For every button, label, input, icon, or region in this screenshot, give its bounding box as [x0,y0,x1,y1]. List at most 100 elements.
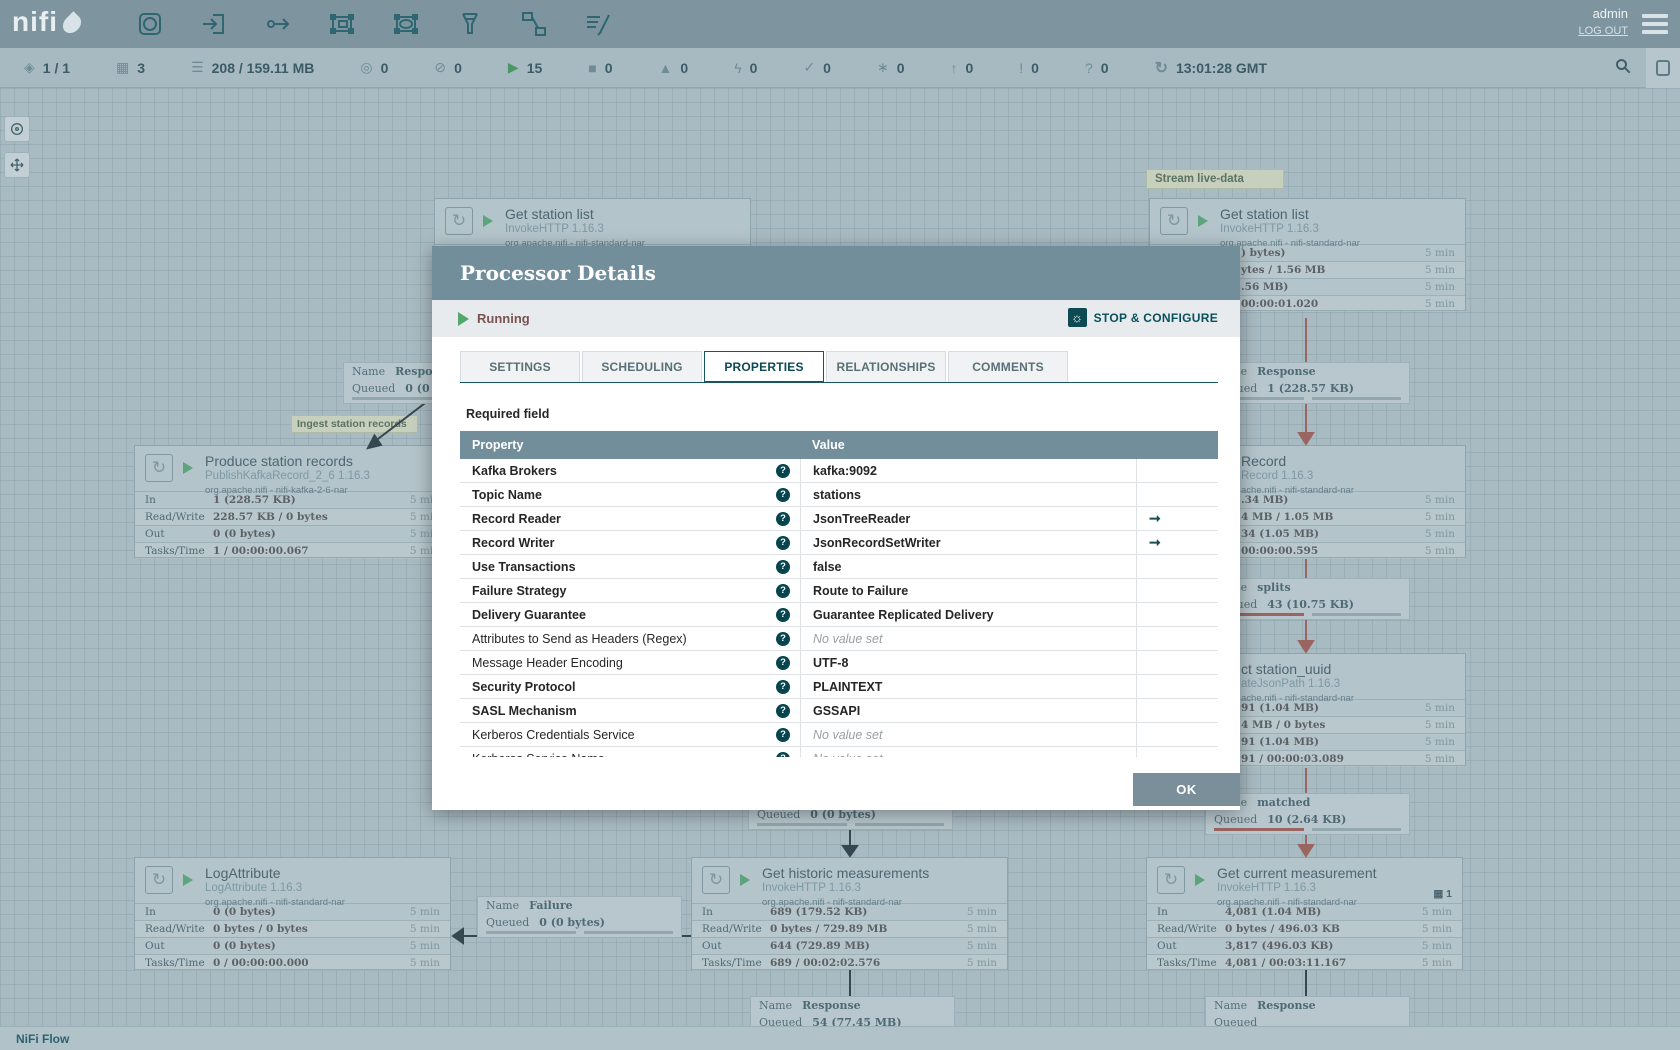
processor-title: Get historic measurements [762,865,930,881]
help-icon[interactable]: ? [776,656,790,670]
processor-type: InvokeHTTP 1.16.3 [762,882,861,894]
processor-type: PublishKafkaRecord_2_6 1.16.3 [205,470,370,482]
nifi-logo[interactable]: nifi [12,6,85,38]
birdseye-icon [11,123,23,135]
remote-process-group-icon [394,14,418,34]
nifi-application: ↻ Get station list InvokeHTTP 1.16.3 org… [0,0,1680,1050]
processor-icon: ↻ [1157,866,1185,894]
current-user: admin [1592,6,1628,21]
bulletin-board-icon [1656,60,1670,76]
global-menu-icon[interactable] [1642,14,1668,38]
active-threads-icon: ▦ [116,59,130,75]
input-port-toolbar-button[interactable] [196,6,232,42]
help-icon[interactable]: ? [776,632,790,646]
processor-icon: ↻ [1160,207,1188,235]
processor-logattribute[interactable]: ↻ LogAttribute LogAttribute 1.16.3 org.a… [134,857,451,971]
search-icon [1616,58,1631,73]
processor-get-historic-measurements[interactable]: ↻ Get historic measurements InvokeHTTP 1… [691,857,1008,971]
backpressure-bars [749,823,952,829]
tab-comments[interactable]: COMMENTS [948,351,1068,382]
disabled-icon: ϟ [734,59,742,76]
property-row-sasl-mechanism: SASL Mechanism? GSSAPI [460,699,1218,723]
running-indicator-icon [183,462,193,474]
dialog-tabs: SETTINGS SCHEDULING PROPERTIES RELATIONS… [460,351,1218,383]
birdseye-toggle-button[interactable] [4,116,30,142]
funnel-toolbar-button[interactable] [452,6,488,42]
processor-type: InvokeHTTP 1.16.3 [1217,882,1316,894]
locally-modified-stale-icon: ! [1019,59,1024,76]
help-icon[interactable]: ? [776,488,790,502]
backpressure-bars [1206,828,1409,834]
process-group-toolbar-button[interactable] [324,6,360,42]
output-port-toolbar-button[interactable] [260,6,296,42]
logout-link[interactable]: LOG OUT [1578,25,1628,37]
processor-details-dialog: Processor Details Running ☼ STOP & CONFI… [432,246,1240,810]
label-stream-live-data[interactable]: Stream live-data [1146,169,1284,189]
template-toolbar-button[interactable] [516,6,552,42]
connection-label-failure[interactable]: Name Failure Queued 0 (0 bytes) [477,896,682,938]
help-icon[interactable]: ? [776,728,790,742]
property-row-attributes-headers: Attributes to Send as Headers (Regex)? N… [460,627,1218,651]
label-toolbar-button[interactable] [580,6,616,42]
stale-icon: ↑ [950,59,958,76]
stopped-icon: ■ [588,59,597,76]
help-icon[interactable]: ? [776,752,790,757]
gear-icon: ☼ [1067,308,1087,327]
help-icon[interactable]: ? [776,704,790,718]
processor-title: Get current measurement [1217,865,1377,881]
nifi-drop-icon [59,11,85,37]
tab-relationships[interactable]: RELATIONSHIPS [826,351,946,382]
running-indicator-icon [740,874,750,886]
processor-type: Record 1.16.3 [1241,470,1314,482]
help-icon[interactable]: ? [776,560,790,574]
app-header: nifi admin LOG OUT [0,0,1680,48]
label-ingest-station-records[interactable]: Ingest station records [291,415,418,433]
cluster-icon: ◈ [24,59,35,75]
not-transmitting-icon: ⊘ [434,59,447,75]
help-icon[interactable]: ? [776,680,790,694]
property-row-use-transactions: Use Transactions? false [460,555,1218,579]
breadcrumb-nifi-flow[interactable]: NiFi Flow [16,1032,69,1046]
processor-icon: ↻ [145,866,173,894]
cluster-summary-badge: ▦ 1 [1433,888,1452,900]
processor-icon: ↻ [702,866,730,894]
property-row-record-reader: Record Reader? JsonTreeReader ➞ [460,507,1218,531]
tab-scheduling[interactable]: SCHEDULING [582,351,702,382]
refresh-status[interactable]: ↻ 13:01:28 GMT [1155,58,1267,78]
label-icon [587,14,610,36]
processor-get-current-measurement[interactable]: ↻ Get current measurement InvokeHTTP 1.1… [1146,857,1463,971]
invalid-icon: ▲ [658,59,673,76]
go-to-service-icon[interactable]: ➞ [1149,510,1161,527]
processor-toolbar-button[interactable] [132,6,168,42]
up-to-date-icon: ✓ [803,59,816,75]
pan-toggle-button[interactable] [4,152,30,178]
property-row-record-writer: Record Writer? JsonRecordSetWriter ➞ [460,531,1218,555]
process-group-icon [330,14,354,34]
bulletin-board-button[interactable] [1646,48,1680,88]
processor-produce-station-records[interactable]: ↻ Produce station records PublishKafkaRe… [134,445,451,559]
input-port-icon [203,14,224,34]
running-indicator-icon [183,874,193,886]
ok-button[interactable]: OK [1133,773,1240,806]
tab-properties[interactable]: PROPERTIES [704,351,824,382]
output-port-icon [267,18,290,30]
search-button[interactable] [1614,57,1632,80]
help-icon[interactable]: ? [776,608,790,622]
tab-settings[interactable]: SETTINGS [460,351,580,382]
processor-type: LogAttribute 1.16.3 [205,882,303,894]
stop-and-configure-button[interactable]: ☼ STOP & CONFIGURE [1067,308,1218,327]
running-icon: ▶ [507,59,519,75]
remote-process-group-toolbar-button[interactable] [388,6,424,42]
go-to-service-icon[interactable]: ➞ [1149,534,1161,551]
running-indicator-icon [1198,215,1208,227]
processor-title: Get station list [1220,206,1309,222]
help-icon[interactable]: ? [776,464,790,478]
help-icon[interactable]: ? [776,584,790,598]
running-status-label: Running [477,311,530,326]
property-row-message-header-encoding: Message Header Encoding? UTF-8 [460,651,1218,675]
processor-icon: ↻ [445,207,473,235]
property-row-topic-name: Topic Name? stations [460,483,1218,507]
processor-title: Get station list [505,206,594,222]
help-icon[interactable]: ? [776,512,790,526]
help-icon[interactable]: ? [776,536,790,550]
